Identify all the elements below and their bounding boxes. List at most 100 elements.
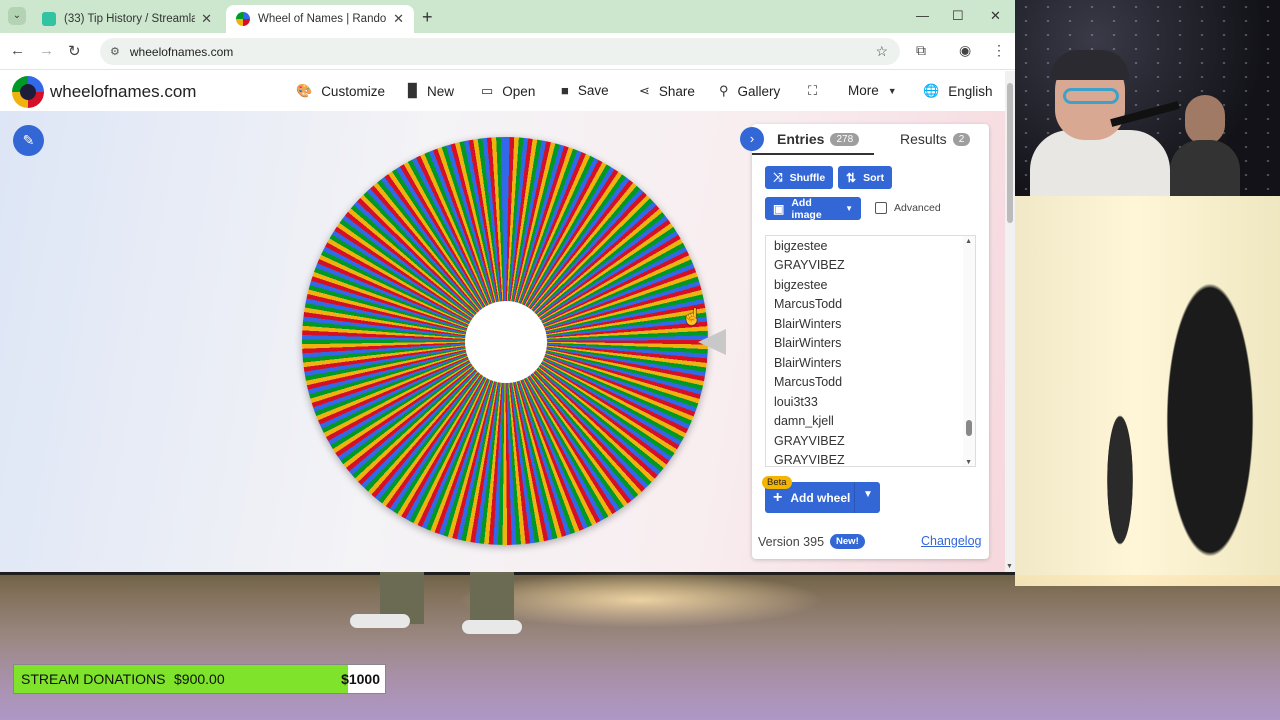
maximize-icon[interactable]: ☐	[952, 8, 964, 24]
tab-search-button[interactable]: ⌄	[8, 7, 26, 25]
site-header: wheelofnames.com 🎨 Customize ▉ New ▭ Open ■…	[0, 71, 1015, 111]
wheel-center[interactable]	[465, 301, 547, 383]
list-item: MarcusTodd	[774, 297, 843, 311]
file-icon: ▉	[408, 83, 418, 98]
new-tab-button[interactable]: +	[422, 7, 433, 28]
customize-button[interactable]: 🎨 Customize	[296, 83, 385, 99]
stage-floor	[0, 575, 1280, 720]
profile-icon[interactable]: ◉	[959, 42, 971, 59]
site-info-icon[interactable]: ⚙	[110, 45, 120, 58]
globe-icon: 🌐	[923, 83, 940, 98]
fullscreen-button[interactable]: ⛶	[808, 83, 826, 99]
caret-down-icon: ▼	[845, 204, 853, 213]
stage-figure	[1100, 380, 1140, 580]
list-item: bigzestee	[774, 278, 828, 292]
more-menu-button[interactable]: More ▼	[848, 83, 897, 98]
shuffle-button[interactable]: ⤨ Shuffle	[765, 166, 834, 189]
performer-legs	[350, 572, 540, 634]
close-icon[interactable]: ✕	[393, 11, 404, 27]
sort-icon: ⇅	[846, 170, 857, 185]
language-button[interactable]: 🌐 English	[923, 83, 992, 99]
new-badge: New!	[830, 534, 865, 549]
minimize-icon[interactable]: —	[916, 8, 929, 23]
tab-entries[interactable]: Entries 278	[777, 131, 860, 147]
save-button[interactable]: ■ Save	[561, 83, 609, 98]
mouse-cursor-icon: ☝	[682, 309, 702, 326]
tab-title: (33) Tip History / Streamlabs	[64, 13, 196, 25]
search-icon: ⚲	[719, 83, 729, 98]
pencil-icon: ✎	[22, 132, 35, 148]
donation-goal-bar: STREAM DONATIONS $900.00 $1000	[13, 664, 386, 694]
close-icon[interactable]: ✕	[201, 11, 212, 27]
version-label: Version 395 New!	[758, 534, 865, 549]
active-tab-indicator	[752, 153, 874, 155]
share-icon: ⋖	[639, 83, 650, 98]
address-bar[interactable]: ⚙ wheelofnames.com ☆	[100, 38, 900, 65]
entries-scrollbar[interactable]: ▲ ▼	[963, 236, 975, 466]
new-button[interactable]: ▉ New	[408, 83, 454, 99]
wheel-logo[interactable]	[12, 76, 44, 108]
list-item: GRAYVIBEZ	[774, 258, 845, 272]
beta-badge: Beta	[762, 476, 792, 489]
caret-down-icon: ▼	[887, 85, 897, 96]
open-button[interactable]: ▭ Open	[481, 83, 535, 99]
edit-title-button[interactable]: ✎	[13, 125, 44, 156]
list-item: damn_kjell	[774, 414, 834, 428]
back-icon[interactable]: ←	[10, 42, 25, 59]
scroll-down-icon[interactable]: ▼	[1006, 563, 1013, 570]
tab-title: Wheel of Names | Random nam	[258, 13, 387, 25]
collapse-panel-button[interactable]: ›	[740, 127, 764, 151]
scroll-up-icon[interactable]: ▲	[965, 238, 972, 245]
chevron-right-icon: ›	[749, 131, 755, 146]
donation-amount: $900.00	[174, 671, 225, 687]
image-icon: ▣	[773, 201, 785, 216]
save-icon: ■	[561, 83, 569, 98]
wheel-pointer	[698, 329, 726, 355]
audience-figure	[1140, 200, 1280, 620]
entries-panel: Entries 278 Results 2 ⤨ Shuffle ⇅ Sort ▣ Ad…	[752, 124, 989, 559]
fullscreen-icon: ⛶	[808, 83, 818, 98]
reload-icon[interactable]: ↻	[68, 42, 81, 60]
tab-results[interactable]: Results 2	[900, 131, 971, 147]
share-button[interactable]: ⋖ Share	[639, 83, 695, 99]
page-scrollbar[interactable]: ▼	[1005, 71, 1015, 572]
webcam-overlay	[1015, 0, 1280, 196]
shuffle-icon: ⤨	[773, 170, 783, 184]
changelog-link[interactable]: Changelog	[921, 534, 981, 548]
plus-icon: +	[773, 488, 783, 506]
tab-streamlabs[interactable]: (33) Tip History / Streamlabs ✕	[32, 5, 222, 33]
sort-button[interactable]: ⇅ Sort	[838, 166, 893, 189]
browser-toolbar: ← → ↻ ⚙ wheelofnames.com ☆ ⧉ ◉ ⋮	[0, 33, 1015, 70]
donation-label: STREAM DONATIONS	[21, 671, 166, 687]
streamlabs-icon	[42, 12, 56, 26]
advanced-toggle[interactable]: Advanced	[875, 202, 941, 214]
results-count-badge: 2	[952, 132, 971, 146]
forward-icon[interactable]: →	[39, 42, 54, 59]
site-name[interactable]: wheelofnames.com	[50, 82, 196, 102]
advanced-checkbox[interactable]	[875, 202, 887, 214]
list-item: loui3t33	[774, 395, 818, 409]
browser-window: ⌄ (33) Tip History / Streamlabs ✕ Wheel …	[0, 0, 1015, 572]
scroll-thumb[interactable]	[966, 420, 972, 436]
close-window-icon[interactable]: ✕	[990, 8, 1001, 24]
page-scroll-thumb[interactable]	[1007, 83, 1013, 223]
browser-menu-icon[interactable]: ⋮	[992, 42, 1006, 59]
caret-down-icon[interactable]: ▼	[863, 489, 873, 500]
list-item: BlairWinters	[774, 356, 842, 370]
entries-textarea[interactable]: bigzestee GRAYVIBEZ bigzestee MarcusTodd…	[765, 235, 976, 467]
bookmark-star-icon[interactable]: ☆	[875, 43, 888, 60]
wheel-icon	[236, 12, 250, 26]
tab-wheel-of-names[interactable]: Wheel of Names | Random nam ✕	[226, 5, 414, 33]
add-image-button[interactable]: ▣ Add image ▼	[765, 197, 861, 221]
list-item: BlairWinters	[774, 336, 842, 350]
tab-strip: ⌄ (33) Tip History / Streamlabs ✕ Wheel …	[0, 0, 1015, 33]
list-item: MarcusTodd	[774, 375, 843, 389]
donation-goal: $1000	[341, 671, 380, 687]
folder-icon: ▭	[481, 83, 494, 98]
gallery-button[interactable]: ⚲ Gallery	[719, 83, 780, 99]
list-item: GRAYVIBEZ	[774, 453, 845, 467]
scroll-down-icon[interactable]: ▼	[965, 459, 972, 466]
url-text: wheelofnames.com	[129, 44, 234, 59]
entries-count-badge: 278	[830, 132, 860, 146]
extensions-icon[interactable]: ⧉	[916, 42, 926, 59]
